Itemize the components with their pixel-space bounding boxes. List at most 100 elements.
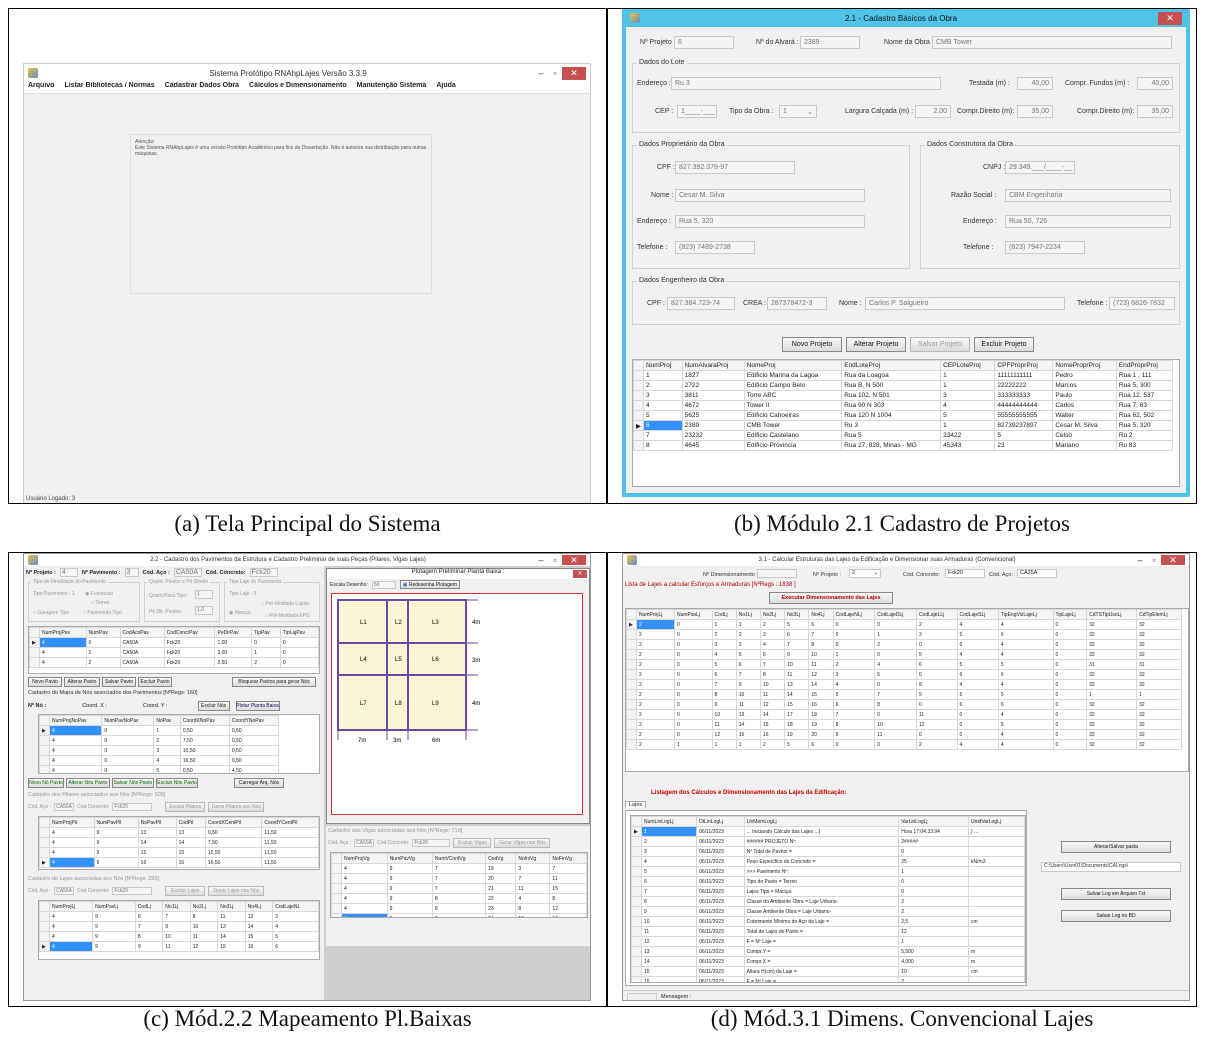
table-cell[interactable]: 1 — [673, 739, 713, 750]
row-selector[interactable]: ▶ — [633, 420, 644, 431]
close-icon[interactable]: ✕ — [562, 66, 586, 80]
table-cell[interactable]: 6 — [915, 659, 958, 670]
table-cell[interactable]: 10 — [162, 931, 191, 942]
column-header[interactable]: TipEngVizLajeLj — [997, 609, 1054, 620]
excluir-nos-button[interactable]: Excluir Nós — [197, 701, 230, 711]
table-cell[interactable]: 11 — [217, 911, 246, 922]
table-cell[interactable]: 12 — [915, 719, 958, 730]
table-row[interactable]: 3 06/11/2023 Nº Total de Pavtos = 0 — [631, 846, 1025, 857]
table-cell[interactable]: 4 — [956, 649, 999, 660]
table-cell[interactable]: 23 — [994, 440, 1054, 451]
table-cell[interactable]: 11 — [711, 719, 737, 730]
eng-tel-field[interactable]: (723) 6826-7832 — [1109, 297, 1175, 310]
table-cell[interactable]: 9 — [93, 837, 139, 848]
table-cell[interactable]: Edificio Cahoeiras — [743, 410, 843, 421]
table-cell[interactable]: 5 — [735, 649, 761, 660]
table-cell[interactable]: 06/11/2023 — [696, 886, 745, 897]
table-row[interactable]: 1 1827 Edificio Marina da Lagoa Rua da Loag… — [633, 370, 1174, 381]
close-icon[interactable]: ✕ — [1158, 11, 1182, 25]
table-cell[interactable]: 06/11/2023 — [696, 846, 745, 857]
table-cell[interactable]: 6 — [997, 629, 1054, 640]
table-row[interactable]: 2 0 7 9 10 13 14 4 0 8 4 4 0 32 32 — [626, 679, 1182, 690]
table-row[interactable]: 2 0 4 5 6 9 10 1 0 5 4 4 0 32 32 — [626, 649, 1182, 660]
table-cell[interactable]: 3 — [735, 639, 761, 650]
table-row[interactable]: 5 5625 Edificio Cahoeiras Rua 120 N 1004 5 55… — [633, 410, 1174, 421]
row-selector[interactable] — [631, 896, 642, 907]
table-cell[interactable]: 4 — [997, 739, 1054, 750]
concreto-select[interactable]: Fck20 — [945, 569, 985, 578]
table-cell[interactable]: 8 — [431, 913, 487, 917]
table-cell[interactable]: 16 — [808, 699, 834, 710]
table-cell[interactable]: 9 — [93, 847, 139, 858]
table-cell[interactable]: 3 — [759, 629, 786, 640]
table-cell[interactable]: 2 — [636, 689, 675, 700]
table-cell[interactable]: 3 — [643, 390, 683, 401]
table-cell[interactable]: 1 — [153, 725, 181, 736]
table-cell[interactable]: 2722 — [681, 380, 745, 391]
table-cell[interactable]: 3 — [915, 629, 958, 640]
table-cell[interactable]: 9 — [93, 827, 139, 838]
table-cell[interactable]: 9 — [640, 906, 698, 917]
table-cell[interactable] — [968, 926, 1025, 937]
salvar-bd-button[interactable]: Salvar Log no BD — [1061, 910, 1171, 922]
table-cell[interactable]: 0 — [874, 709, 917, 720]
table-cell[interactable]: 1 — [940, 420, 996, 431]
table-cell[interactable]: 0 — [1052, 679, 1088, 690]
column-header[interactable]: NumVConfVg — [431, 853, 487, 864]
table-cell[interactable]: 14 — [784, 689, 810, 700]
pil-grid[interactable]: NumProjPil NumPavPil NoPavPil CodPil CoordXC… — [38, 816, 320, 870]
gerar-pilares-button[interactable]: Gerar Pilares nos Nós — [208, 802, 265, 812]
table-cell[interactable]: 9 — [92, 931, 136, 942]
concreto-select[interactable]: Fck20 — [249, 568, 278, 577]
prop-end-field[interactable]: Rua 5, 320 — [675, 215, 865, 228]
table-cell[interactable]: 24 — [485, 913, 517, 917]
table-cell[interactable]: 12 — [189, 941, 219, 952]
table-cell[interactable]: 1 — [1136, 689, 1182, 700]
eng-cpf-field[interactable]: 827.384.723-74 — [667, 297, 735, 310]
row-selector[interactable] — [39, 837, 50, 848]
table-cell[interactable]: 19 — [808, 719, 834, 730]
table-cell[interactable]: 3 — [153, 745, 181, 756]
crea-field[interactable]: 287378472-3 — [767, 297, 827, 310]
table-cell[interactable]: 4 — [341, 913, 388, 917]
table-cell[interactable]: Edificio Provincia — [743, 440, 843, 451]
table-cell[interactable]: 0 — [101, 755, 155, 766]
menu-manutencao[interactable]: Manutenção Sistema — [357, 82, 427, 93]
table-cell[interactable]: CMB Tower — [743, 420, 843, 431]
table-row[interactable]: 4 0 3 10,50 0,50 — [39, 745, 280, 756]
table-row[interactable]: ▶ 4 9 9 11 12 15 16 6 — [39, 941, 319, 952]
table-cell[interactable]: 0 — [101, 735, 155, 746]
table-row[interactable]: 6 06/11/2023 Tipo do Pavto = Terreo 0 — [631, 876, 1025, 887]
table-cell[interactable]: 0 — [1052, 639, 1088, 650]
table-cell[interactable]: 32 — [1086, 619, 1138, 630]
row-selector[interactable] — [331, 893, 342, 904]
table-cell[interactable]: Rua 120 N 1004 — [841, 410, 942, 421]
table-cell[interactable]: 4 — [515, 893, 551, 904]
minimize-icon[interactable]: – — [534, 68, 548, 78]
table-cell[interactable]: 0 — [101, 745, 155, 756]
tipo-obra-select[interactable]: 1 ⌄ — [779, 105, 817, 118]
table-cell[interactable]: 2 — [636, 729, 675, 740]
table-cell[interactable]: 0 — [673, 719, 713, 730]
table-cell[interactable]: 0 — [673, 699, 713, 710]
column-header[interactable]: NumPavPil — [93, 817, 139, 828]
table-cell[interactable]: 06/11/2023 — [696, 936, 745, 947]
table-cell[interactable]: 2 — [636, 669, 675, 680]
table-cell[interactable]: 5 — [994, 430, 1054, 441]
table-cell[interactable]: 32 — [1136, 679, 1182, 690]
table-cell[interactable]: 10 — [640, 916, 698, 927]
table-cell[interactable]: 45343 — [940, 440, 996, 451]
table-cell[interactable]: 5 — [997, 719, 1054, 730]
table-cell[interactable]: 4 — [832, 679, 876, 690]
table-cell[interactable]: 17 — [784, 709, 810, 720]
table-cell[interactable]: 06/11/2023 — [696, 896, 745, 907]
column-header[interactable]: CPFProprProj — [994, 360, 1054, 371]
table-cell[interactable]: 15 — [640, 966, 698, 977]
column-header[interactable]: NumPavNoPav — [101, 715, 155, 726]
plot-close-icon[interactable]: ✕ — [573, 570, 587, 578]
table-cell[interactable]: 12 — [759, 699, 786, 710]
row-selector[interactable] — [633, 370, 644, 381]
table-cell[interactable]: 0 — [673, 709, 713, 720]
table-cell[interactable]: 10 — [898, 966, 970, 977]
table-cell[interactable]: 9 — [735, 679, 761, 690]
